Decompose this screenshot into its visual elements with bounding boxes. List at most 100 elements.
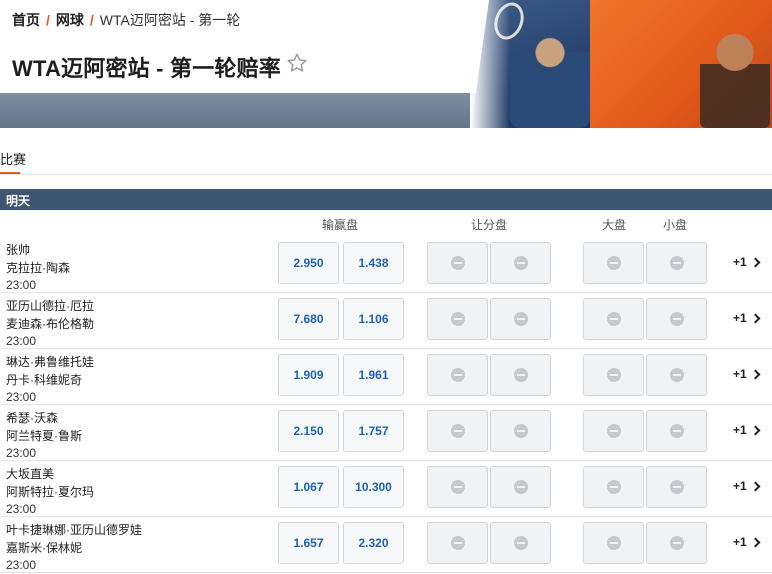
suspended-icon: [669, 256, 684, 270]
suspended-icon: [450, 424, 465, 438]
under-locked: [646, 522, 707, 564]
suspended-icon: [513, 368, 528, 382]
column-header-over: 大盘: [601, 218, 626, 232]
column-header-moneyline: 输赢盘: [321, 218, 358, 232]
home-player[interactable]: 琳达·弗鲁维托娃: [6, 353, 94, 370]
more-markets-count: +1: [733, 367, 747, 381]
odds-button-home[interactable]: 7.680: [278, 298, 339, 340]
odds-button-away[interactable]: 1.757: [343, 410, 404, 452]
suspended-icon: [606, 536, 621, 550]
chevron-right-icon: [750, 313, 761, 323]
match-row: 张帅 克拉拉·陶森 23:00 2.950 1.438 +1: [0, 237, 772, 293]
away-player[interactable]: 麦迪森·布伦格勒: [6, 315, 94, 332]
handicap-away-locked: [490, 410, 551, 452]
odds-button-away[interactable]: 10.300: [343, 466, 404, 508]
more-markets-link[interactable]: +1: [733, 255, 761, 269]
match-row: 亚历山德拉·厄拉 麦迪森·布伦格勒 23:00 7.680 1.106 +1: [0, 293, 772, 349]
more-markets-link[interactable]: +1: [733, 311, 761, 325]
breadcrumb-separator: /: [89, 12, 94, 28]
handicap-home-locked: [427, 410, 488, 452]
match-time: 23:00: [6, 278, 37, 292]
handicap-away-locked: [490, 298, 551, 340]
more-markets-count: +1: [733, 535, 747, 549]
over-locked: [583, 298, 644, 340]
more-markets-link[interactable]: +1: [733, 367, 761, 381]
match-time: 23:00: [6, 502, 37, 516]
more-markets-count: +1: [733, 423, 747, 437]
suspended-icon: [450, 536, 465, 550]
home-player[interactable]: 张帅: [6, 241, 30, 258]
odds-button-home[interactable]: 1.067: [278, 466, 339, 508]
suspended-icon: [669, 480, 684, 494]
suspended-icon: [606, 312, 621, 326]
chevron-right-icon: [750, 425, 761, 435]
under-locked: [646, 354, 707, 396]
home-player[interactable]: 大坂直美: [6, 465, 54, 482]
home-player[interactable]: 希瑟·沃森: [6, 409, 58, 426]
home-player[interactable]: 亚历山德拉·厄拉: [6, 297, 94, 314]
suspended-icon: [513, 480, 528, 494]
away-player[interactable]: 嘉斯米·保林妮: [6, 539, 82, 556]
breadcrumb-home[interactable]: 首页: [12, 10, 40, 30]
suspended-icon: [606, 424, 621, 438]
more-markets-count: +1: [733, 479, 747, 493]
tab-match[interactable]: 比赛: [0, 149, 26, 168]
odds-button-away[interactable]: 1.438: [343, 242, 404, 284]
handicap-home-locked: [427, 298, 488, 340]
handicap-away-locked: [490, 354, 551, 396]
page-title: WTA迈阿密站 - 第一轮赔率: [12, 56, 282, 81]
chevron-right-icon: [750, 257, 761, 267]
odds-button-away[interactable]: 2.320: [343, 522, 404, 564]
under-locked: [646, 466, 707, 508]
chevron-right-icon: [750, 481, 761, 491]
breadcrumb-sport[interactable]: 网球: [56, 10, 84, 30]
odds-page: 首页 / 网球 / WTA迈阿密站 - 第一轮 WTA迈阿密站 - 第一轮赔率 …: [0, 0, 772, 574]
match-time: 23:00: [6, 334, 37, 348]
suspended-icon: [450, 256, 465, 270]
away-player[interactable]: 克拉拉·陶森: [6, 259, 70, 276]
suspended-icon: [450, 480, 465, 494]
odds-button-home[interactable]: 1.657: [278, 522, 339, 564]
over-locked: [583, 522, 644, 564]
away-player[interactable]: 阿斯特拉·夏尔玛: [6, 483, 94, 500]
odds-button-home[interactable]: 1.909: [278, 354, 339, 396]
odds-button-home[interactable]: 2.950: [278, 242, 339, 284]
away-player[interactable]: 丹卡·科维妮奇: [6, 371, 82, 388]
breadcrumb-current: WTA迈阿密站 - 第一轮: [99, 12, 241, 28]
favorite-star-icon[interactable]: [286, 52, 308, 74]
suspended-icon: [513, 424, 528, 438]
over-locked: [583, 242, 644, 284]
tab-divider: [0, 174, 772, 175]
suspended-icon: [669, 312, 684, 326]
handicap-home-locked: [427, 522, 488, 564]
home-player[interactable]: 叶卡捷琳娜·亚历山德罗娃: [6, 521, 142, 538]
suspended-icon: [669, 536, 684, 550]
odds-button-away[interactable]: 1.961: [343, 354, 404, 396]
column-header-handicap: 让分盘: [470, 218, 507, 232]
more-markets-link[interactable]: +1: [733, 423, 761, 437]
suspended-icon: [450, 312, 465, 326]
handicap-away-locked: [490, 242, 551, 284]
match-row: 希瑟·沃森 阿兰特夏·鲁斯 23:00 2.150 1.757 +1: [0, 405, 772, 461]
suspended-icon: [669, 368, 684, 382]
away-player[interactable]: 阿兰特夏·鲁斯: [6, 427, 82, 444]
more-markets-link[interactable]: +1: [733, 479, 761, 493]
odds-button-away[interactable]: 1.106: [343, 298, 404, 340]
odds-button-home[interactable]: 2.150: [278, 410, 339, 452]
suspended-icon: [606, 480, 621, 494]
under-locked: [646, 410, 707, 452]
more-markets-link[interactable]: +1: [733, 535, 761, 549]
suspended-icon: [450, 368, 465, 382]
suspended-icon: [606, 256, 621, 270]
over-locked: [583, 410, 644, 452]
match-row: 大坂直美 阿斯特拉·夏尔玛 23:00 1.067 10.300 +1: [0, 461, 772, 517]
suspended-icon: [513, 312, 528, 326]
breadcrumb-separator: /: [46, 12, 50, 28]
suspended-icon: [513, 256, 528, 270]
match-time: 23:00: [6, 446, 37, 460]
handicap-home-locked: [427, 466, 488, 508]
under-locked: [646, 298, 707, 340]
day-header: 明天: [0, 189, 772, 210]
under-locked: [646, 242, 707, 284]
over-locked: [583, 466, 644, 508]
